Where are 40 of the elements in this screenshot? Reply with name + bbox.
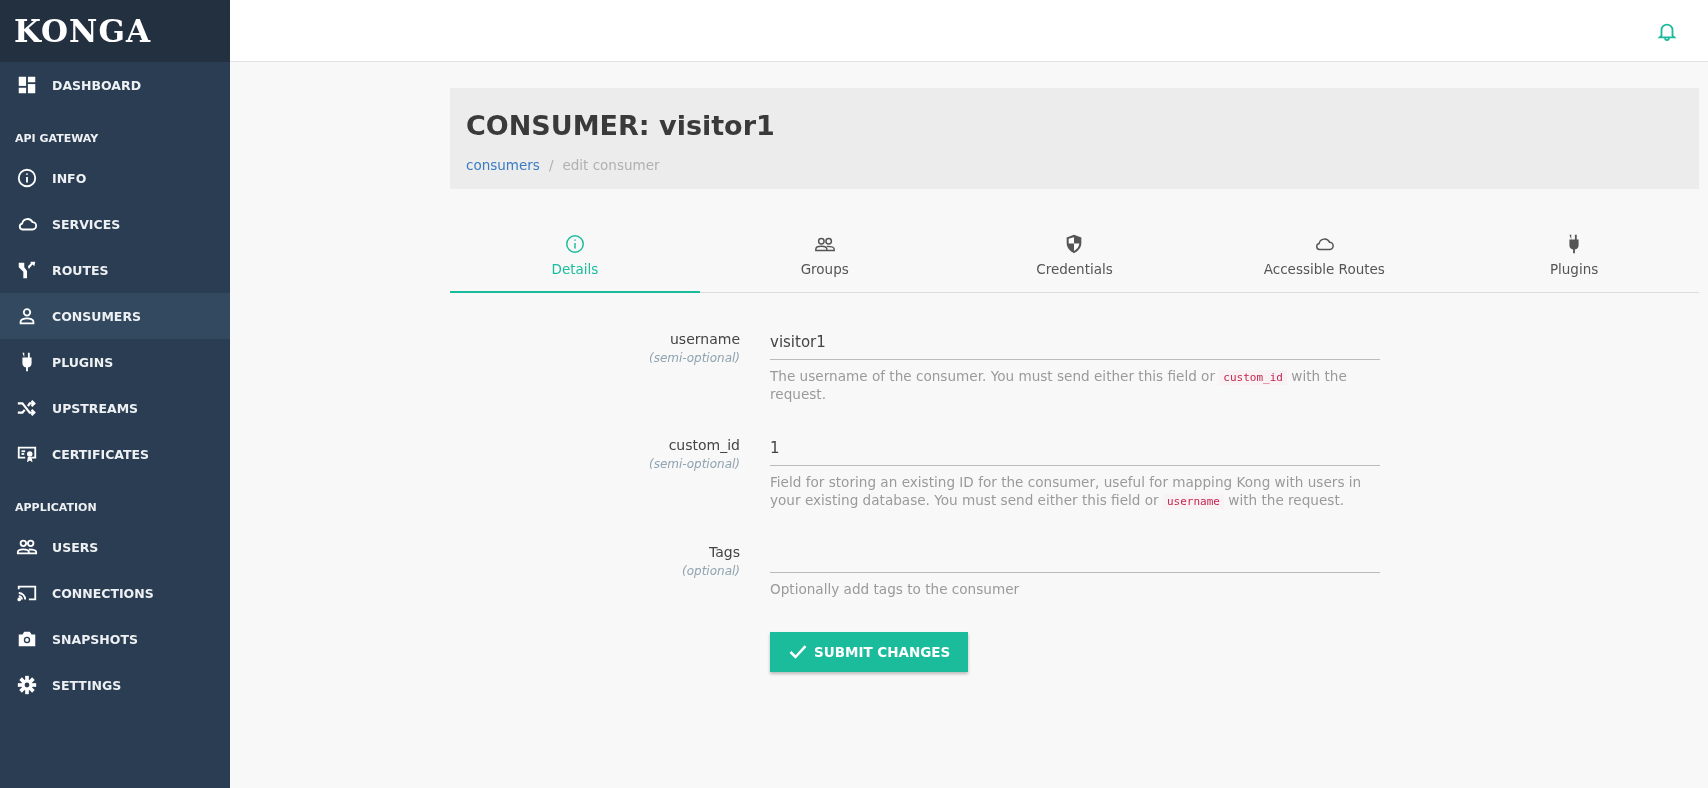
dashboard-icon (16, 74, 38, 96)
info-icon (16, 167, 38, 189)
sidebar-item[interactable]: CONSUMERS (0, 293, 230, 339)
breadcrumb-current: edit consumer (562, 157, 660, 173)
field-help: Field for storing an existing ID for the consumer, useful for mapping Kong with users in your existing database. You must send either this field or username with the request. (770, 474, 1363, 510)
field-label: username (670, 331, 740, 347)
sidebar-item[interactable]: CONNECTIONS (0, 570, 230, 616)
sidebar-item[interactable]: PLUGINS (0, 339, 230, 385)
section-heading: API GATEWAY (14, 131, 100, 147)
tab[interactable]: Groups (699, 233, 950, 293)
section-heading: APPLICATION (14, 500, 98, 516)
tab[interactable]: Plugins (1449, 233, 1699, 293)
breadcrumb-separator: / (548, 157, 554, 173)
sidebar-item[interactable]: ROUTES (0, 247, 230, 293)
sidebar-item[interactable]: DASHBOARD (0, 62, 230, 108)
field-help: The username of the consumer. You must send either this field or custom_id with the request. (770, 368, 1348, 404)
field-note: (optional) (682, 563, 740, 578)
field-label: Tags (709, 543, 740, 560)
sidebar-item[interactable]: SNAPSHOTS (0, 616, 230, 662)
sidebar-item[interactable]: USERS (0, 524, 230, 570)
fork-icon (16, 259, 38, 281)
tab[interactable]: Accessible Routes (1199, 233, 1450, 293)
input-field[interactable]: visitor1 (770, 331, 1380, 360)
tab[interactable]: Credentials (949, 233, 1200, 293)
input-field[interactable]: 1 (770, 437, 1380, 467)
sidebar-item[interactable]: SETTINGS (0, 662, 230, 708)
field-help: Optionally add tags to the consumer (770, 580, 1021, 599)
sidebar-item[interactable]: SERVICES (0, 201, 230, 247)
field-label: custom_id (668, 437, 740, 454)
sidebar-item[interactable]: UPSTREAMS (0, 385, 230, 431)
field-note: (semi-optional) (649, 351, 740, 365)
page-title: CONSUMER: visitor1 (466, 110, 776, 141)
sidebar-item[interactable]: CERTIFICATES (0, 431, 230, 477)
breadcrumb-link[interactable]: consumers (466, 157, 540, 173)
field-note: (semi-optional) (649, 457, 740, 472)
sidebar-item[interactable]: INFO (0, 155, 230, 201)
settings-icon (16, 674, 38, 696)
logo: KONGA (14, 13, 151, 49)
shuffle-icon (16, 397, 38, 419)
info-icon (563, 233, 586, 255)
